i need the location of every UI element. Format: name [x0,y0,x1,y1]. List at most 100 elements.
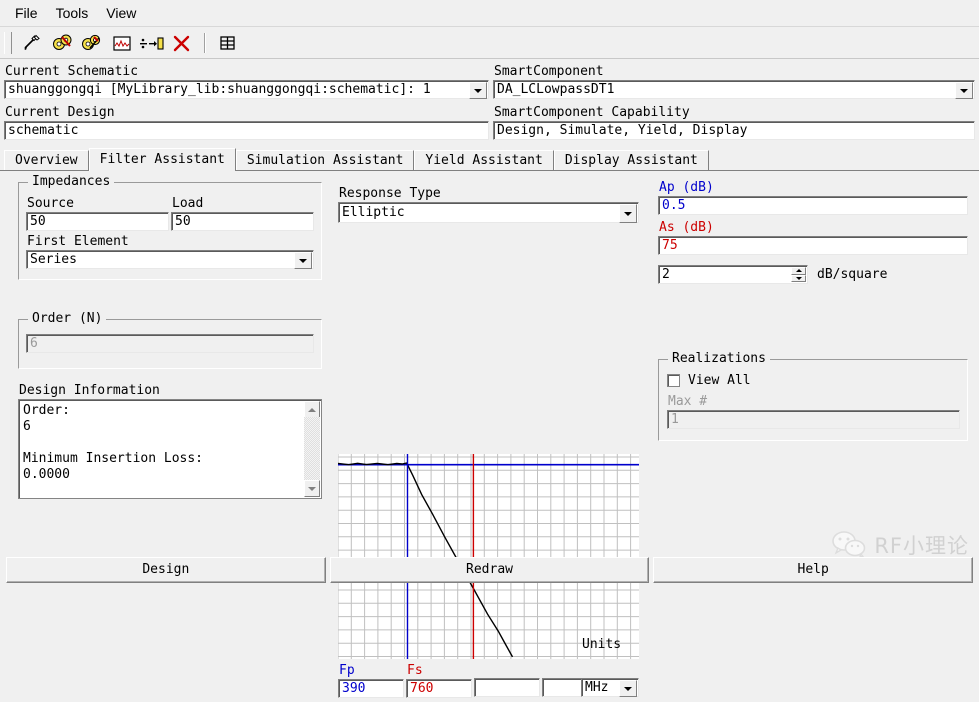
source-label: Source [27,196,74,211]
capability-field: Design, Simulate, Yield, Display [493,121,975,140]
fp-value: 390 [342,681,366,696]
chevron-down-icon[interactable] [294,252,312,269]
capability-label: SmartComponent Capability [494,105,690,120]
capability-value: Design, Simulate, Yield, Display [497,123,748,138]
toolbar [0,27,979,59]
spinner-down-icon[interactable] [791,274,806,282]
scroll-up-icon[interactable] [304,401,320,418]
header-fields: Current Schematic shuanggongqi [MyLibrar… [0,59,979,140]
units-label: Units [582,637,622,652]
units-combo[interactable]: MHz [581,678,639,697]
gears-red-icon [53,34,72,50]
tab-display-assistant[interactable]: Display Assistant [553,150,709,170]
display-plot-icon-button[interactable] [108,30,136,56]
view-all-label: View All [688,373,751,388]
design-information-scrollbar[interactable] [304,401,320,497]
frequency-row: Fp 390 Fs 760 Units MHz [338,637,640,702]
order-input: 6 [26,334,314,353]
fs-input[interactable]: 760 [406,679,472,698]
plot-icon [113,35,131,51]
as-input[interactable]: 75 [658,236,968,255]
impedances-group-title: Impedances [28,175,115,189]
current-schematic-label: Current Schematic [5,64,139,79]
fp-input[interactable]: 390 [338,679,404,698]
design-information-text: Order: 6 Minimum Insertion Loss: 0.0000 [23,403,204,482]
max-count-value: 1 [671,412,679,427]
current-design-value: schematic [8,123,79,138]
current-schematic-combo[interactable]: shuanggongqi [MyLibrary_lib:shuanggongqi… [4,80,489,99]
db-per-square-spinner[interactable]: 2 [658,265,808,284]
menu-view[interactable]: View [97,3,145,23]
order-group-title: Order (N) [28,312,107,326]
max-count-input: 1 [667,410,960,429]
ap-label: Ap (dB) [659,180,714,195]
frequency-extra-input-1[interactable] [474,678,540,697]
tab-simulation-assistant[interactable]: Simulation Assistant [235,150,415,170]
design-information-textarea[interactable]: Order: 6 Minimum Insertion Loss: 0.0000 [18,399,322,499]
action-button-bar: Design Redraw Help [0,550,979,590]
design-button[interactable]: Design [6,557,326,583]
chevron-down-icon[interactable] [619,680,637,697]
menu-bar: File Tools View [0,0,979,27]
ap-value: 0.5 [662,198,686,213]
smartcomponent-combo[interactable]: DA_LCLowpassDT1 [493,80,975,99]
scroll-down-icon[interactable] [304,480,320,497]
simulate-icon-button[interactable] [48,30,76,56]
tab-overview[interactable]: Overview [4,150,89,170]
load-input[interactable]: 50 [171,212,314,231]
divide-to-component-icon [140,36,164,50]
spinner-up-icon[interactable] [791,267,806,275]
fp-label: Fp [339,663,355,678]
fs-value: 760 [410,681,434,696]
ap-input[interactable]: 0.5 [658,196,968,215]
design-information-block: Design Information Order: 6 Minimum Inse… [18,382,322,499]
header-left-column: Current Schematic shuanggongqi [MyLibrar… [0,63,489,140]
chevron-down-icon[interactable] [619,204,637,223]
view-all-checkbox-row[interactable]: View All [667,372,751,389]
simulate-design-icon-button[interactable] [78,30,106,56]
chevron-down-icon[interactable] [955,82,973,99]
source-value: 50 [30,214,46,229]
filter-designguide-window: File Tools View Current Schematic shuang… [0,0,979,698]
tab-filter-assistant[interactable]: Filter Assistant [88,148,236,171]
chevron-down-icon[interactable] [469,82,487,99]
smartcomponent-label: SmartComponent [494,64,604,79]
load-value: 50 [175,214,191,229]
as-label: As (dB) [659,220,714,235]
wrench-icon-button[interactable] [18,30,46,56]
max-count-label: Max # [668,394,708,409]
table-icon [220,35,235,50]
order-value: 6 [30,336,38,351]
smartcomponent-value: DA_LCLowpassDT1 [497,82,615,97]
current-schematic-value: shuanggongqi [MyLibrary_lib:shuanggongqi… [8,82,431,97]
toolbar-grip[interactable] [4,31,12,54]
units-value: MHz [585,680,609,695]
generate-component-icon-button[interactable] [138,30,166,56]
menu-tools[interactable]: Tools [47,3,98,23]
clear-icon-button[interactable] [168,30,196,56]
first-element-combo[interactable]: Series [26,250,314,269]
tab-yield-assistant[interactable]: Yield Assistant [414,150,554,170]
source-input[interactable]: 50 [26,212,169,231]
filter-assistant-panel: Impedances Source 50 Load 50 First Eleme… [0,171,979,698]
current-design-label: Current Design [5,105,115,120]
db-per-square-value: 2 [662,267,670,282]
red-x-icon [173,35,190,51]
current-design-field[interactable]: schematic [4,121,489,140]
wrench-icon [24,34,40,50]
fs-label: Fs [407,663,423,678]
load-label: Load [172,196,204,211]
header-right-column: SmartComponent DA_LCLowpassDT1 SmartComp… [489,63,975,140]
assistant-tabs: Overview Filter Assistant Simulation Ass… [0,146,979,171]
spinner-buttons[interactable] [791,267,806,282]
help-button[interactable]: Help [653,557,974,583]
design-information-label: Design Information [19,383,160,398]
table-icon-button[interactable] [214,30,242,56]
view-all-checkbox[interactable] [667,374,680,387]
menu-file[interactable]: File [6,3,47,23]
response-type-combo[interactable]: Elliptic [338,202,639,223]
scrollbar-track[interactable] [304,417,320,481]
redraw-button[interactable]: Redraw [329,557,650,583]
response-type-block: Response Type Elliptic [338,185,639,223]
db-per-square-label: dB/square [817,267,888,282]
